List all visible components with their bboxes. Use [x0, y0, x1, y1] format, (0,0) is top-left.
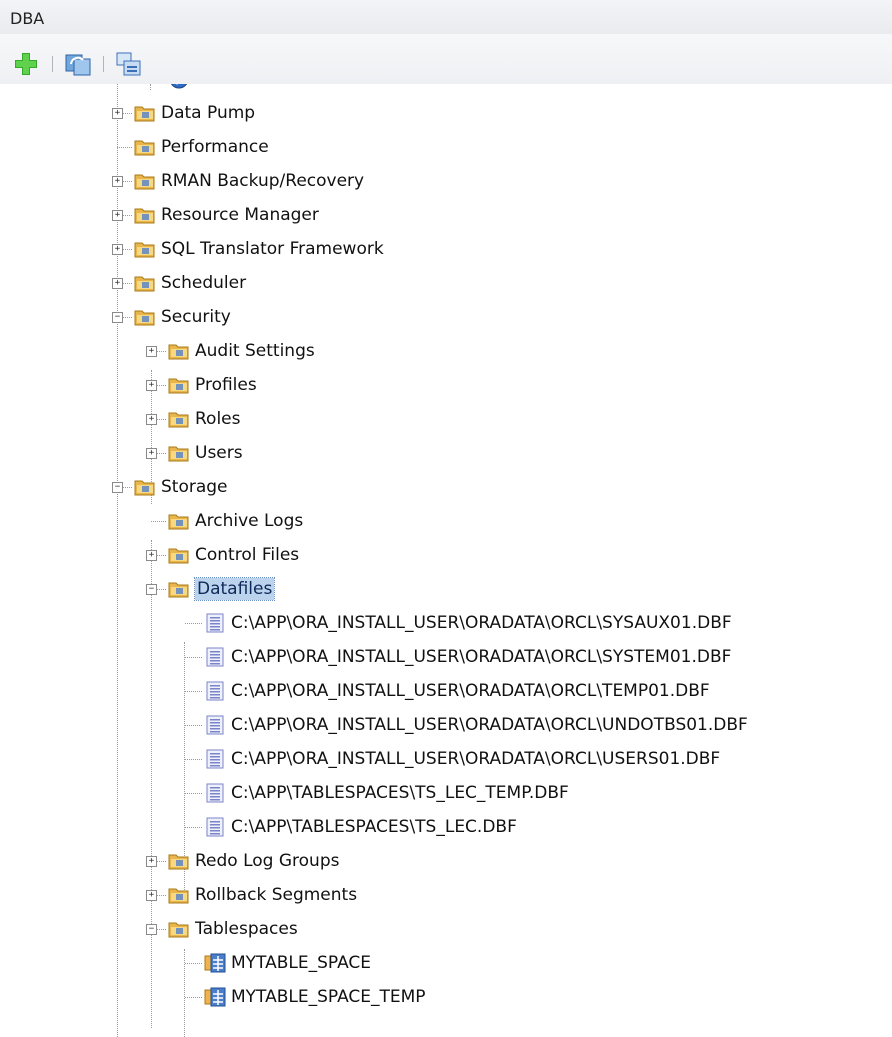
expand-toggle[interactable]: +	[146, 346, 157, 357]
tree-node-label[interactable]: MYTABLE_SPACE_TEMP	[231, 986, 426, 1008]
tablespace-icon	[204, 986, 226, 1008]
tablespace-icon	[204, 952, 226, 974]
folder-icon	[134, 204, 156, 226]
folder-icon	[168, 340, 190, 362]
datafile-icon	[204, 816, 226, 838]
refresh-icon[interactable]	[64, 50, 92, 78]
green-plus-icon[interactable]	[12, 50, 40, 78]
collapse-toggle[interactable]: −	[146, 924, 157, 935]
collapse-toggle[interactable]: −	[112, 312, 123, 323]
folder-icon	[168, 918, 190, 940]
panel-header: DBA	[0, 0, 892, 34]
folder-icon	[168, 850, 190, 872]
filter-icon[interactable]	[115, 50, 143, 78]
folder-icon	[134, 102, 156, 124]
folder-icon	[134, 272, 156, 294]
folder-icon	[168, 578, 190, 600]
tree-node-label[interactable]: Roles	[195, 408, 241, 430]
tree-connector-line	[185, 963, 202, 964]
tree-node-label-selected[interactable]: Datafiles	[193, 577, 276, 601]
tree-node-label[interactable]: C:\APP\ORA_INSTALL_USER\ORADATA\ORCL\SYS…	[231, 612, 732, 634]
tree-connector-line	[151, 521, 166, 522]
tree-node-label[interactable]: Security	[161, 306, 231, 328]
expand-toggle[interactable]: +	[146, 890, 157, 901]
panel-title: DBA	[10, 9, 45, 28]
tree-connector-line	[185, 793, 202, 794]
datafile-icon	[204, 782, 226, 804]
tree-node-label[interactable]: MYTABLE_SPACE	[231, 952, 371, 974]
tree-node-label[interactable]: Data Pump	[161, 102, 255, 124]
tree-node-label[interactable]: RMAN Backup/Recovery	[161, 170, 364, 192]
tree-node-label[interactable]: C:\APP\ORA_INSTALL_USER\ORADATA\ORCL\UND…	[231, 714, 748, 736]
tree-node-label[interactable]: C:\APP\TABLESPACES\TS_LEC_TEMP.DBF	[231, 782, 569, 804]
tree-node-label[interactable]: Scheduler	[161, 272, 246, 294]
tree-node-label[interactable]: Redo Log Groups	[195, 850, 339, 872]
tree-connector-line	[185, 997, 202, 998]
folder-icon	[168, 442, 190, 464]
expand-toggle[interactable]: +	[146, 448, 157, 459]
status-icon	[168, 84, 190, 90]
toolbar-separator	[52, 56, 53, 72]
collapse-toggle[interactable]: −	[112, 482, 123, 493]
tree-connector-line	[117, 147, 132, 148]
folder-icon	[168, 408, 190, 430]
tree-connector-line	[185, 657, 202, 658]
expand-toggle[interactable]: +	[112, 176, 123, 187]
tree-connector-line	[185, 827, 202, 828]
tree-connector-line	[185, 725, 202, 726]
folder-icon	[168, 544, 190, 566]
expand-toggle[interactable]: +	[146, 414, 157, 425]
tree-node-label[interactable]: Control Files	[195, 544, 299, 566]
expand-toggle[interactable]: +	[146, 380, 157, 391]
collapse-toggle[interactable]: −	[146, 584, 157, 595]
tree-node-label[interactable]: Archive Logs	[195, 510, 303, 532]
folder-icon	[134, 238, 156, 260]
tree-node-label[interactable]: SQL Translator Framework	[161, 238, 384, 260]
folder-icon	[168, 884, 190, 906]
tree-node-label[interactable]: Tablespaces	[195, 918, 298, 940]
expand-toggle[interactable]: +	[112, 210, 123, 221]
tree-node-label[interactable]: C:\APP\ORA_INSTALL_USER\ORADATA\ORCL\TEM…	[231, 680, 710, 702]
tree-connector-line	[151, 540, 152, 1028]
folder-icon	[134, 136, 156, 158]
tree-node-label[interactable]: Status	[195, 84, 249, 90]
expand-toggle[interactable]: +	[112, 244, 123, 255]
tree-node-label[interactable]: C:\APP\ORA_INSTALL_USER\ORADATA\ORCL\SYS…	[231, 646, 731, 668]
folder-icon	[134, 170, 156, 192]
tree-connector-line	[117, 84, 118, 1037]
tree-node-label[interactable]: Performance	[161, 136, 269, 158]
folder-icon	[134, 476, 156, 498]
expand-toggle[interactable]: +	[146, 856, 157, 867]
datafile-icon	[204, 612, 226, 634]
tree-connector-line	[185, 623, 202, 624]
tree-node-label[interactable]: C:\APP\ORA_INSTALL_USER\ORADATA\ORCL\USE…	[231, 748, 720, 770]
tree-node-label[interactable]: Users	[195, 442, 243, 464]
expand-toggle[interactable]: +	[112, 278, 123, 289]
expand-toggle[interactable]: +	[112, 108, 123, 119]
folder-icon	[168, 510, 190, 532]
tree-connector-line	[150, 84, 151, 90]
datafile-icon	[204, 748, 226, 770]
tree-node-label[interactable]: Rollback Segments	[195, 884, 357, 906]
tree-node-label[interactable]: Resource Manager	[161, 204, 319, 226]
tree-node-label[interactable]: Storage	[161, 476, 228, 498]
datafile-icon	[204, 646, 226, 668]
expand-toggle[interactable]: +	[146, 550, 157, 561]
tree-connector-line	[185, 691, 202, 692]
tree-connector-line	[185, 759, 202, 760]
folder-icon	[168, 374, 190, 396]
tree-node-label[interactable]: Profiles	[195, 374, 257, 396]
tree-node-label[interactable]: Audit Settings	[195, 340, 315, 362]
folder-icon	[134, 306, 156, 328]
tree-node-label[interactable]: C:\APP\TABLESPACES\TS_LEC.DBF	[231, 816, 517, 838]
navigator-tree[interactable]: Status + Data Pump Performance + RMAN Backup/…	[0, 84, 892, 1037]
toolbar-separator	[103, 56, 104, 72]
datafile-icon	[204, 680, 226, 702]
datafile-icon	[204, 714, 226, 736]
